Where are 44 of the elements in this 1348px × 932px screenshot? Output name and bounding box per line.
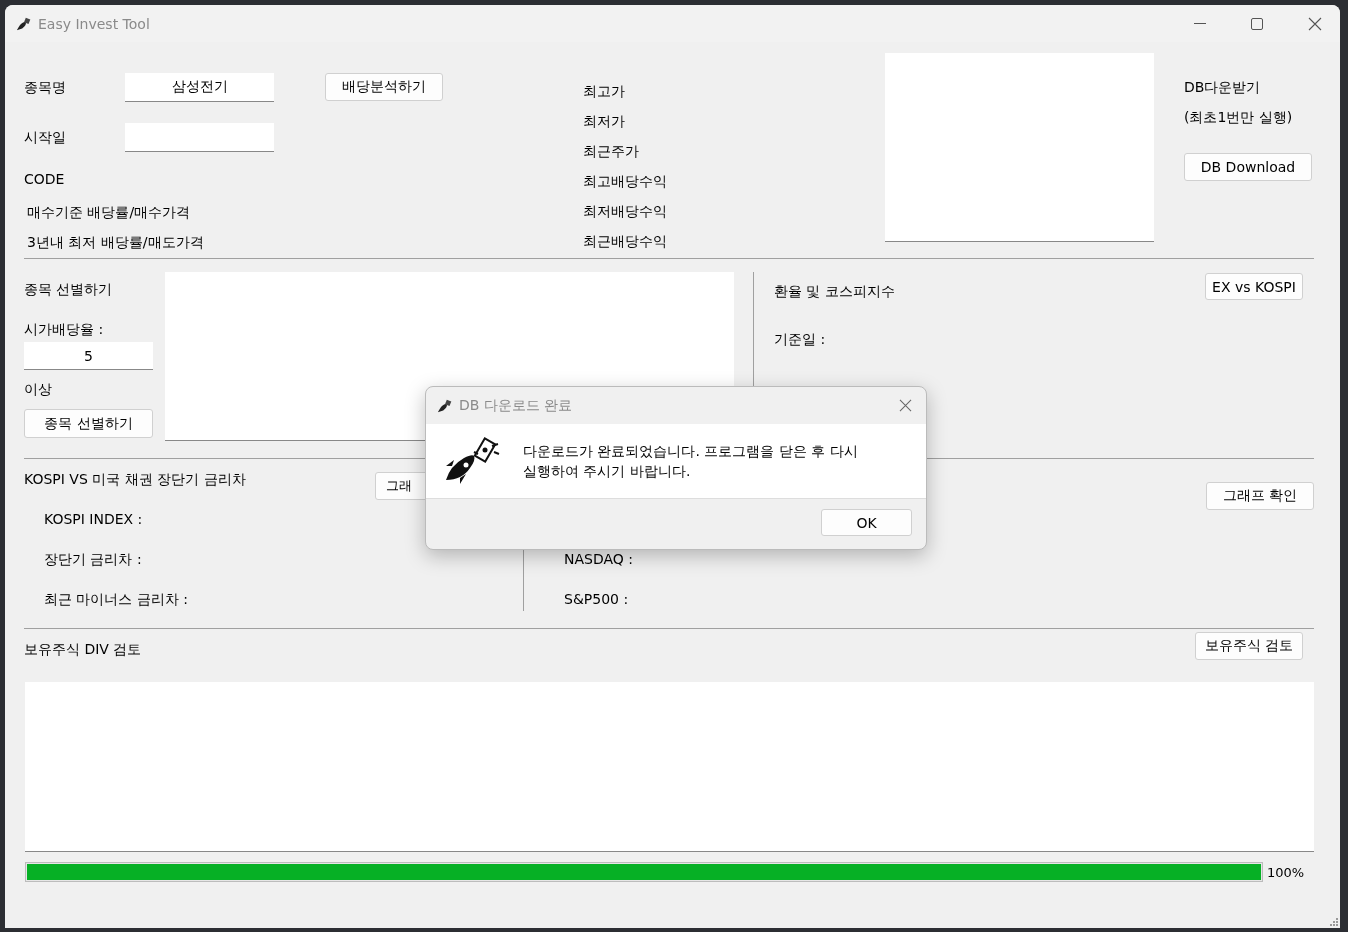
field-label: 시작일 bbox=[24, 128, 67, 147]
value-label: KOSPI INDEX : bbox=[44, 510, 144, 529]
value-label: 최근 마이너스 금리차 : bbox=[44, 590, 190, 609]
holdings-review-button[interactable]: 보유주식 검토 bbox=[1195, 632, 1303, 660]
result-label: 매수기준 배당률/매수가격 bbox=[27, 203, 192, 222]
stat-label: 최근주가 bbox=[583, 142, 640, 161]
section-title: 환율 및 코스피지수 bbox=[774, 282, 895, 301]
maximize-icon[interactable] bbox=[1251, 17, 1263, 30]
stat-label: 최근배당수익 bbox=[583, 232, 668, 251]
section-title: 보유주식 DIV 검토 bbox=[24, 640, 142, 659]
yield-label: 시가배당율 : bbox=[24, 320, 104, 339]
dialog-title: DB 다운로드 완료 bbox=[459, 396, 573, 415]
section-title: 종목 선별하기 bbox=[24, 280, 113, 299]
window-title: Easy Invest Tool bbox=[38, 15, 150, 32]
resize-grip-icon[interactable] bbox=[1330, 918, 1338, 926]
result-label: 3년내 최저 배당률/매도가격 bbox=[27, 233, 205, 252]
analyze-button[interactable]: 배당분석하기 bbox=[325, 73, 443, 101]
graph-check-button[interactable]: 그래프 확인 bbox=[1206, 482, 1314, 510]
base-date-label: 기준일 : bbox=[774, 330, 827, 349]
db-note: (최초1번만 실행) bbox=[1184, 108, 1293, 127]
value-label: NASDAQ : bbox=[564, 550, 634, 569]
minimize-icon[interactable] bbox=[1194, 22, 1206, 25]
stat-label: 최고가 bbox=[583, 82, 626, 101]
dialog-message: 다운로드가 완료되었습니다. 프로그램을 닫은 후 다시 실행하여 주시기 바랍니다. bbox=[523, 442, 859, 481]
db-title: DB다운받기 bbox=[1184, 78, 1261, 97]
value-label: 장단기 금리차 : bbox=[44, 550, 143, 569]
db-download-button[interactable]: DB Download bbox=[1184, 153, 1312, 181]
value-label: S&P500 : bbox=[564, 590, 630, 609]
progress-reading: 100% bbox=[1267, 864, 1305, 880]
stat-label: 최저가 bbox=[583, 112, 626, 131]
section-title: KOSPI VS 미국 채권 장단기 금리차 bbox=[24, 470, 247, 489]
close-icon[interactable] bbox=[1308, 16, 1322, 31]
ok-button[interactable]: OK bbox=[821, 509, 912, 536]
yield-input[interactable]: 5 bbox=[24, 342, 153, 370]
close-icon[interactable] bbox=[899, 399, 912, 412]
input-field[interactable]: 삼성전기 bbox=[125, 73, 274, 102]
input-field[interactable] bbox=[125, 123, 274, 152]
ex-vs-kospi-button[interactable]: EX vs KOSPI bbox=[1205, 273, 1303, 300]
stat-label: 최저배당수익 bbox=[583, 202, 668, 221]
field-label: 종목명 bbox=[24, 78, 67, 97]
code-label: CODE bbox=[24, 170, 66, 189]
stat-label: 최고배당수익 bbox=[583, 172, 668, 191]
above-label: 이상 bbox=[24, 380, 52, 399]
screen-button[interactable]: 종목 선별하기 bbox=[24, 409, 153, 438]
